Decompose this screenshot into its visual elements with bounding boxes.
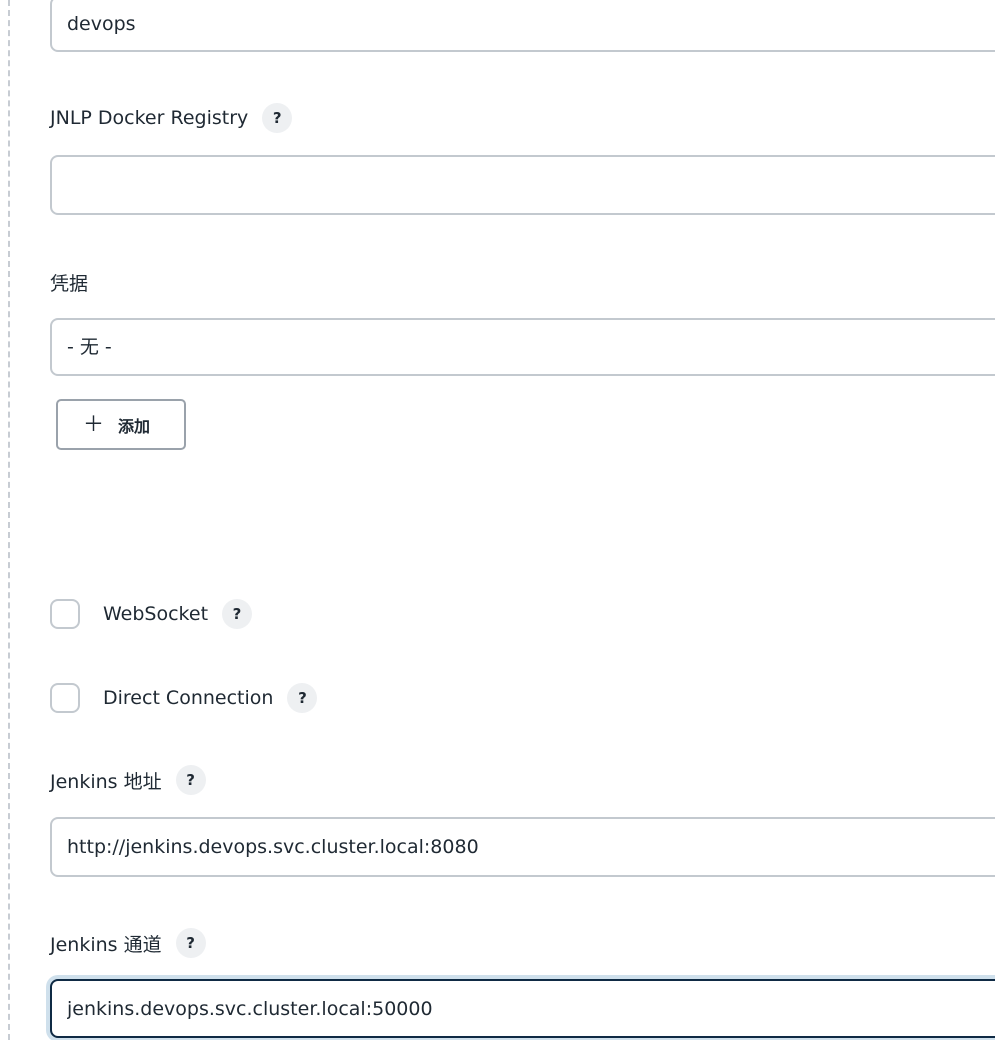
question-mark-icon[interactable]: ? — [262, 103, 293, 133]
section-divider — [8, 0, 10, 1040]
namespace-input[interactable] — [50, 0, 995, 52]
jenkins-tunnel-label: Jenkins 通道 — [50, 933, 162, 956]
direct-connection-label[interactable]: Direct Connection — [103, 687, 273, 709]
question-mark-icon[interactable]: ? — [287, 683, 318, 713]
websocket-checkbox[interactable] — [50, 599, 80, 629]
jnlp-registry-label: JNLP Docker Registry — [50, 107, 249, 129]
add-credentials-button[interactable]: ＋ 添加 — [56, 399, 186, 450]
credentials-selected-value: - 无 - — [67, 336, 112, 358]
websocket-row: WebSocket ? — [50, 597, 253, 631]
websocket-label[interactable]: WebSocket — [103, 603, 208, 625]
add-credentials-label: 添加 — [118, 416, 151, 436]
direct-connection-row: Direct Connection ? — [50, 681, 318, 715]
jenkins-url-label-row: Jenkins 地址 ? — [50, 765, 206, 795]
jnlp-registry-label-row: JNLP Docker Registry ? — [50, 103, 293, 133]
credentials-label-row: 凭据 — [50, 267, 88, 297]
jenkins-url-label: Jenkins 地址 — [50, 770, 162, 793]
jenkins-tunnel-label-row: Jenkins 通道 ? — [50, 928, 206, 958]
question-mark-icon[interactable]: ? — [175, 765, 206, 795]
jenkins-tunnel-input[interactable] — [50, 979, 995, 1038]
cloud-config-form: JNLP Docker Registry ? 凭据 - 无 - ＋ 添加 Web… — [0, 0, 995, 1040]
credentials-label: 凭据 — [50, 272, 89, 295]
direct-connection-checkbox[interactable] — [50, 683, 80, 713]
jnlp-registry-input[interactable] — [50, 155, 995, 215]
jenkins-url-input[interactable] — [50, 817, 995, 877]
question-mark-icon[interactable]: ? — [222, 599, 253, 629]
plus-icon: ＋ — [83, 412, 104, 436]
credentials-select[interactable]: - 无 - — [50, 318, 995, 376]
question-mark-icon[interactable]: ? — [175, 928, 206, 958]
